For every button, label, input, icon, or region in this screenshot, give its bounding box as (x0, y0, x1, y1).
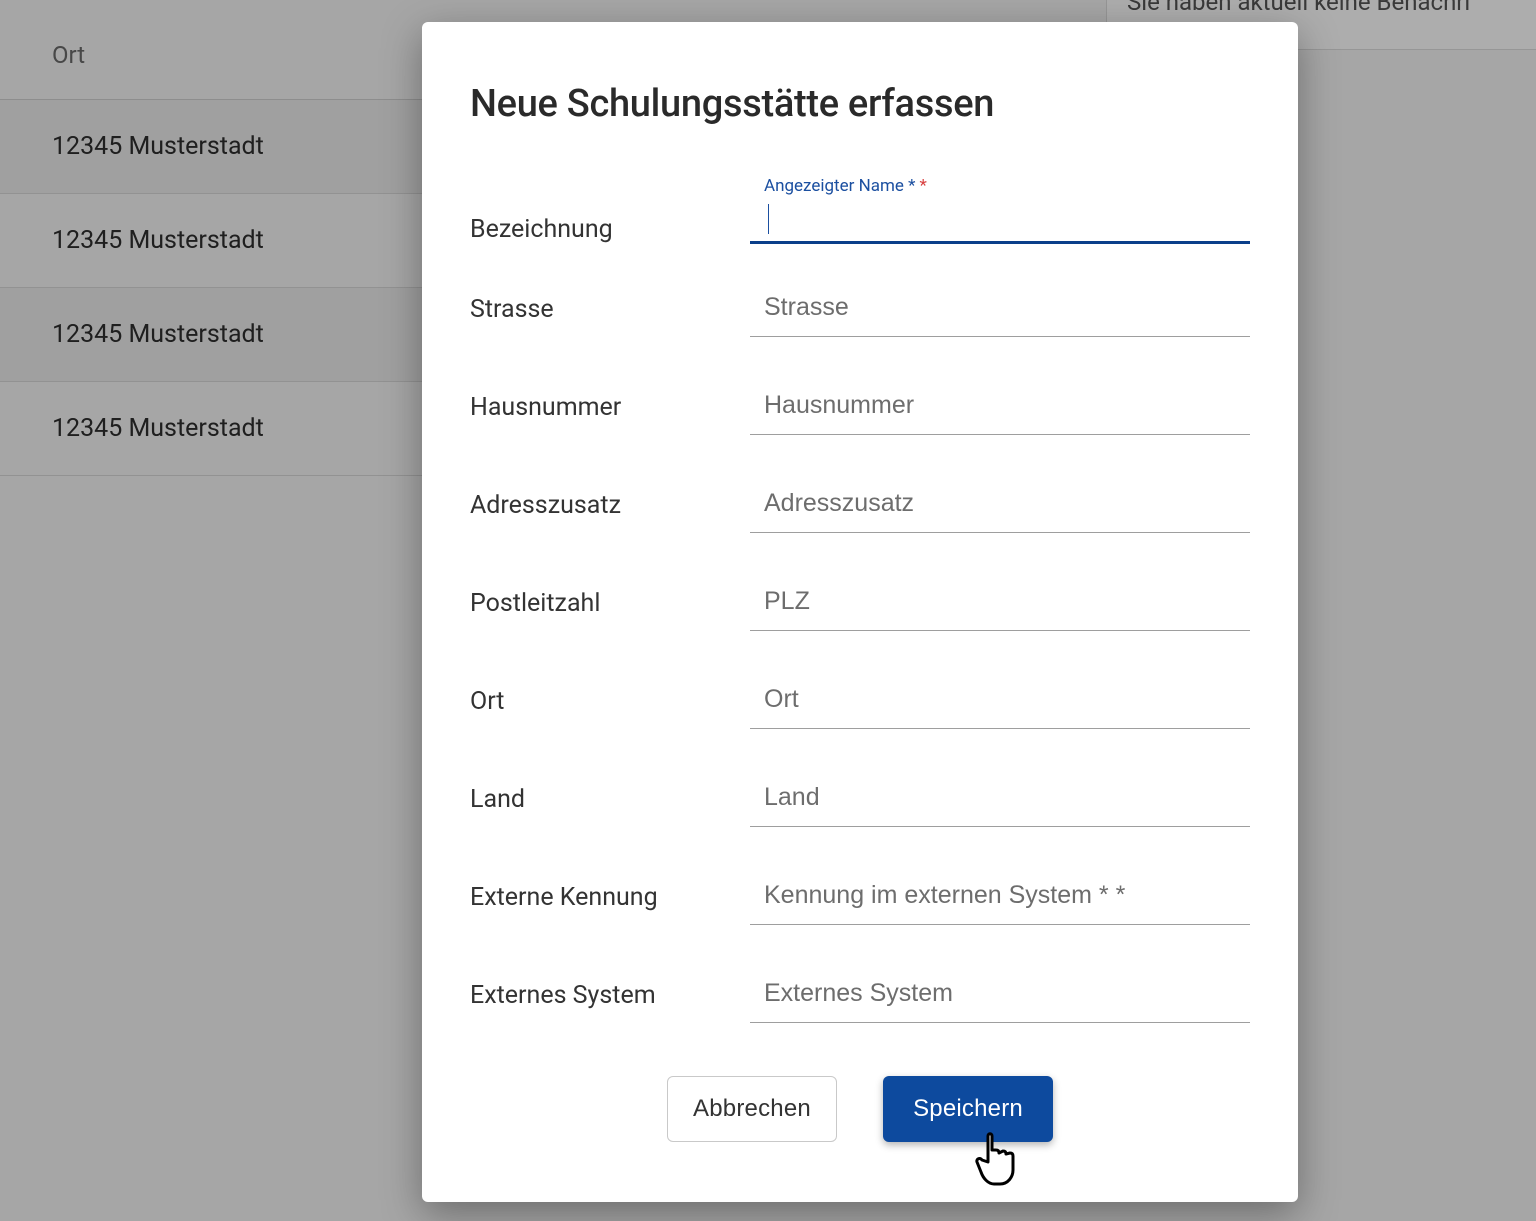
field-ort[interactable] (750, 669, 1250, 729)
field-hausnummer[interactable] (750, 375, 1250, 435)
modal-dialog: Neue Schulungsstätte erfassen Bezeichnun… (422, 22, 1298, 1202)
externes-system-input[interactable] (764, 973, 1236, 1008)
form-row-ort: Ort (470, 660, 1250, 738)
form-row-hausnummer: Hausnummer (470, 366, 1250, 444)
label-hausnummer: Hausnummer (470, 389, 750, 422)
field-strasse[interactable] (750, 277, 1250, 337)
field-land[interactable] (750, 767, 1250, 827)
label-postleitzahl: Postleitzahl (470, 585, 750, 618)
form-row-externe-kennung: Externe Kennung (470, 856, 1250, 934)
modal-title: Neue Schulungsstätte erfassen (470, 82, 1250, 126)
floating-label-text: Angezeigter Name * (764, 176, 915, 196)
ort-input[interactable] (764, 679, 1236, 714)
form-row-postleitzahl: Postleitzahl (470, 562, 1250, 640)
form-row-externes-system: Externes System (470, 954, 1250, 1032)
field-externe-kennung[interactable] (750, 865, 1250, 925)
land-input[interactable] (764, 777, 1236, 812)
form-row-bezeichnung: Bezeichnung Angezeigter Name * * (470, 166, 1250, 244)
floating-label-bezeichnung: Angezeigter Name * * (764, 176, 927, 196)
externe-kennung-input[interactable] (764, 875, 1236, 910)
field-adresszusatz[interactable] (750, 473, 1250, 533)
label-land: Land (470, 781, 750, 814)
field-externes-system[interactable] (750, 963, 1250, 1023)
form-row-adresszusatz: Adresszusatz (470, 464, 1250, 542)
save-button[interactable]: Speichern (883, 1076, 1053, 1142)
adresszusatz-input[interactable] (764, 483, 1236, 518)
form-row-land: Land (470, 758, 1250, 836)
label-externes-system: Externes System (470, 977, 750, 1010)
label-adresszusatz: Adresszusatz (470, 487, 750, 520)
hausnummer-input[interactable] (764, 385, 1236, 420)
required-asterisk: * (919, 176, 926, 196)
label-externe-kennung: Externe Kennung (470, 879, 750, 912)
modal-form: Bezeichnung Angezeigter Name * * Strasse… (470, 166, 1250, 1032)
form-row-strasse: Strasse (470, 268, 1250, 346)
label-strasse: Strasse (470, 291, 750, 324)
postleitzahl-input[interactable] (764, 581, 1236, 616)
modal-button-row: Abbrechen Speichern (470, 1076, 1250, 1142)
bezeichnung-input[interactable] (764, 194, 1236, 229)
field-postleitzahl[interactable] (750, 571, 1250, 631)
label-ort: Ort (470, 683, 750, 716)
text-caret-icon (768, 204, 769, 234)
field-bezeichnung[interactable]: Angezeigter Name * * (750, 184, 1250, 244)
strasse-input[interactable] (764, 287, 1236, 322)
cancel-button[interactable]: Abbrechen (667, 1076, 837, 1142)
label-bezeichnung: Bezeichnung (470, 211, 750, 244)
